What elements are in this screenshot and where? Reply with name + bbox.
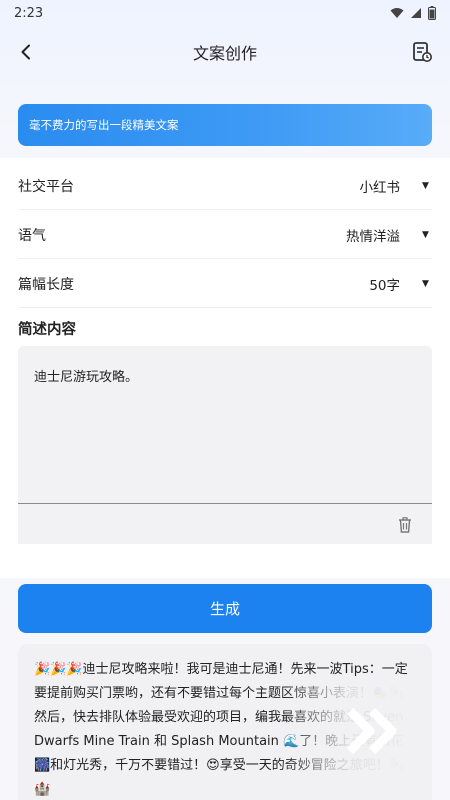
- trash-icon: [399, 517, 411, 533]
- clear-button[interactable]: [396, 516, 414, 534]
- app-bar: 文案创作: [0, 30, 450, 74]
- length-row[interactable]: 篇幅长度 50字 ▼: [18, 260, 432, 308]
- input-underline: [18, 503, 432, 504]
- length-label: 篇幅长度: [18, 276, 74, 293]
- generate-button-label: 生成: [209, 600, 240, 618]
- status-time: 2:23: [14, 5, 44, 21]
- tone-row[interactable]: 语气 热情洋溢 ▼: [18, 211, 432, 259]
- caret-down-icon: ▼: [422, 229, 429, 240]
- chevron-left-icon: [21, 44, 30, 60]
- generate-button[interactable]: 生成: [18, 584, 432, 633]
- length-dropdown[interactable]: 50字 ▼: [369, 274, 432, 294]
- status-icons: [390, 6, 436, 20]
- page-title: 文案创作: [192, 44, 257, 63]
- history-document-icon: [413, 42, 432, 62]
- length-value: 50字: [369, 277, 400, 294]
- caret-down-icon: ▼: [422, 278, 429, 289]
- tone-label: 语气: [18, 227, 46, 244]
- summary-input[interactable]: 迪士尼游玩攻略。: [18, 346, 432, 544]
- platform-value: 小红书: [359, 179, 401, 196]
- history-button[interactable]: [408, 38, 436, 66]
- status-bar: 2:23: [0, 0, 450, 26]
- summary-text[interactable]: 迪士尼游玩攻略。: [34, 366, 138, 385]
- platform-dropdown[interactable]: 小红书 ▼: [360, 176, 433, 196]
- wifi-icon: [390, 8, 404, 18]
- platform-row[interactable]: 社交平台 小红书 ▼: [18, 162, 432, 210]
- summary-title: 简述内容: [18, 322, 76, 338]
- watermark-logo-icon: [346, 707, 397, 755]
- platform-label: 社交平台: [18, 178, 74, 195]
- tagline-banner: 毫不费力的写出一段精美文案: [18, 104, 432, 146]
- signal-icon: [411, 8, 421, 18]
- caret-down-icon: ▼: [422, 180, 429, 191]
- tone-value: 热情洋溢: [346, 228, 400, 245]
- tone-dropdown[interactable]: 热情洋溢 ▼: [346, 225, 432, 245]
- result-card: 🎉🎉🎉迪士尼攻略来啦！我可是迪士尼通！先来一波Tips：一定要提前购买门票哟，还…: [18, 644, 432, 800]
- battery-icon: [428, 6, 436, 20]
- back-button[interactable]: [12, 38, 40, 66]
- banner-text: 毫不费力的写出一段精美文案: [29, 118, 179, 132]
